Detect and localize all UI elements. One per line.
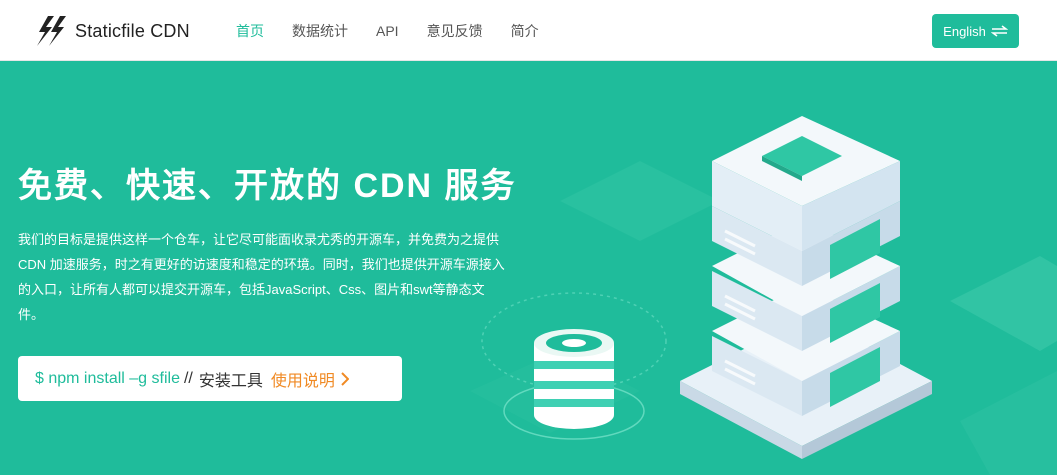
install-command-box: $ npm install –g sfile // 安装工具 使用说明 <box>18 356 402 401</box>
lightning-logo-icon <box>37 16 66 46</box>
nav-home[interactable]: 首页 <box>236 21 264 41</box>
usage-guide-label: 使用说明 <box>270 372 335 390</box>
install-tool-label: 安装工具 <box>198 372 263 390</box>
hero-title: 免费、快速、开放的 CDN 服务 <box>18 167 517 205</box>
top-navbar: Staticfile CDN 首页 数据统计 API 意见反馈 简介 Engli… <box>0 0 1057 61</box>
nav-api[interactable]: API <box>376 23 399 39</box>
language-switch-label: English <box>943 23 986 39</box>
hero-description-line: 我们的目标是提供这样一个仓车，让它尽可能面收录尤秀的开源车，并免费为之提供 <box>18 232 500 247</box>
hero-description-line: 的入口，让所有人都可以提交开源车，包括JavaScript、Css、图片和swt… <box>18 282 485 297</box>
hero-banner: 免费、快速、开放的 CDN 服务 我们的目标是提供这样一个仓车，让它尽可能面收录… <box>0 61 1057 475</box>
hero-description: 我们的目标是提供这样一个仓车，让它尽可能面收录尤秀的开源车，并免费为之提供 CD… <box>18 227 526 327</box>
hero-description-line: CDN 加速服务，时之有更好的访速度和稳定的环境。同时，我们也提供开源车源接入 <box>18 257 505 272</box>
brand-link[interactable]: Staticfile CDN <box>34 14 190 48</box>
install-command[interactable]: $ npm install –g sfile <box>35 370 180 388</box>
usage-guide-link[interactable]: 使用说明 <box>271 367 349 391</box>
nav-about[interactable]: 简介 <box>511 21 539 41</box>
command-separator: // <box>183 369 193 387</box>
nav-stats[interactable]: 数据统计 <box>292 21 348 41</box>
chevron-right-icon <box>341 371 349 386</box>
nav-feedback[interactable]: 意见反馈 <box>427 21 483 41</box>
hero-description-line: 件。 <box>18 307 45 322</box>
server-stack-illustration <box>481 116 932 459</box>
language-switch-button[interactable]: English <box>932 14 1019 48</box>
brand-name: Staticfile CDN <box>75 20 190 41</box>
swap-arrows-icon <box>990 25 1008 37</box>
main-nav: 首页 数据统计 API 意见反馈 简介 <box>222 0 553 61</box>
